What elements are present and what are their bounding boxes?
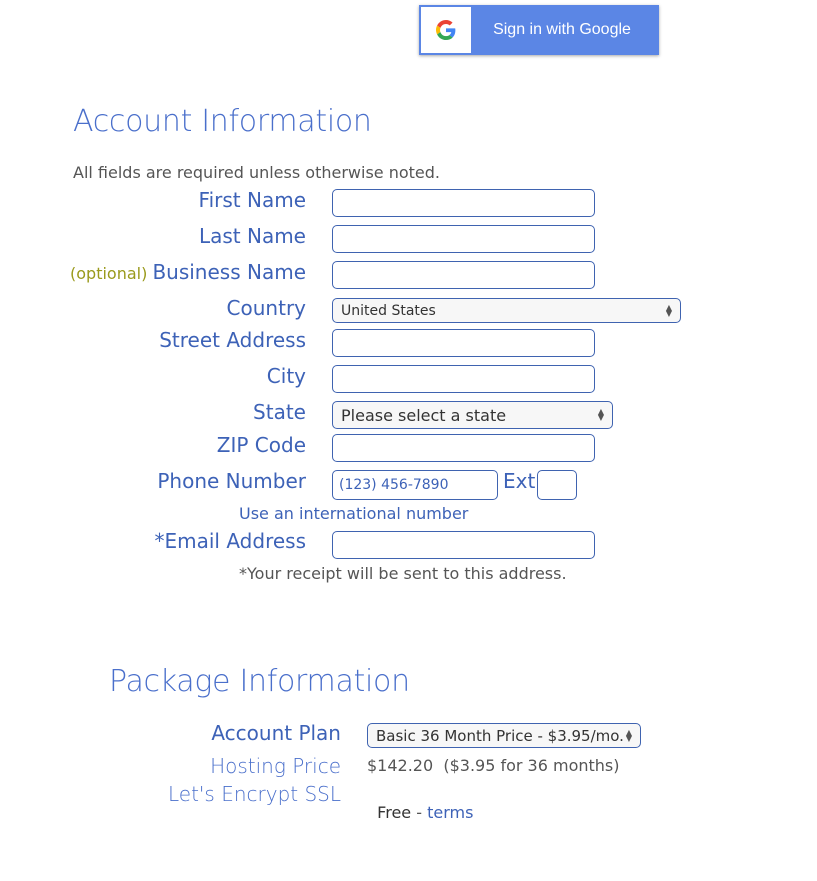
ext-input[interactable]: [537, 470, 577, 500]
zip-code-label: ZIP Code: [216, 433, 306, 457]
country-select[interactable]: United States ▲ ▼: [332, 298, 681, 323]
email-address-input[interactable]: [332, 531, 595, 559]
business-name-input[interactable]: [332, 261, 595, 289]
hosting-price-label: Hosting Price: [210, 754, 341, 778]
package-info-title: Package Information: [109, 664, 410, 699]
city-label: City: [266, 364, 306, 388]
phone-placeholder: (123) 456-7890: [339, 477, 449, 493]
country-label: Country: [226, 296, 306, 320]
business-name-label-group: (optional) Business Name: [6, 260, 306, 284]
google-signin-label: Sign in with Google: [493, 21, 631, 38]
email-receipt-note: *Your receipt will be sent to this addre…: [239, 564, 567, 583]
optional-tag: (optional): [70, 264, 148, 283]
last-name-label: Last Name: [198, 224, 306, 248]
international-number-link[interactable]: Use an international number: [239, 504, 468, 523]
ssl-value-group: Free - terms: [367, 784, 473, 822]
state-select-value: Please select a state: [341, 405, 507, 425]
ssl-free-value: Free: [377, 803, 412, 822]
ssl-terms-link[interactable]: terms: [427, 803, 473, 822]
state-select[interactable]: Please select a state ▲ ▼: [332, 401, 613, 429]
select-arrows-icon: ▲ ▼: [665, 302, 672, 318]
zip-code-input[interactable]: [332, 434, 595, 462]
phone-number-label: Phone Number: [157, 469, 306, 493]
city-input[interactable]: [332, 365, 595, 393]
account-plan-value: Basic 36 Month Price - $3.95/mo.: [376, 726, 624, 745]
select-arrows-icon: ▲ ▼: [597, 407, 604, 422]
state-label: State: [253, 400, 306, 424]
hosting-price-value: $142.20 ($3.95 for 36 months): [367, 756, 620, 775]
street-address-input[interactable]: [332, 329, 595, 357]
street-address-label: Street Address: [159, 328, 306, 352]
ext-label: Ext: [503, 469, 536, 493]
phone-number-input[interactable]: (123) 456-7890: [332, 470, 498, 500]
email-address-label: *Email Address: [154, 529, 307, 553]
required-note: All fields are required unless otherwise…: [73, 163, 440, 182]
first-name-label: First Name: [198, 188, 306, 212]
account-plan-select[interactable]: Basic 36 Month Price - $3.95/mo. ▲ ▼: [367, 723, 641, 748]
ssl-label: Let's Encrypt SSL: [167, 782, 341, 806]
country-select-value: United States: [341, 302, 436, 319]
business-name-label: Business Name: [152, 260, 306, 284]
ssl-separator: -: [411, 803, 428, 822]
select-arrows-icon: ▲ ▼: [625, 727, 632, 743]
account-plan-label: Account Plan: [211, 721, 341, 745]
first-name-input[interactable]: [332, 189, 595, 217]
last-name-input[interactable]: [332, 225, 595, 253]
google-g-icon: [421, 7, 471, 53]
google-signin-button[interactable]: Sign in with Google: [419, 5, 659, 55]
account-info-title: Account Information: [73, 104, 372, 139]
